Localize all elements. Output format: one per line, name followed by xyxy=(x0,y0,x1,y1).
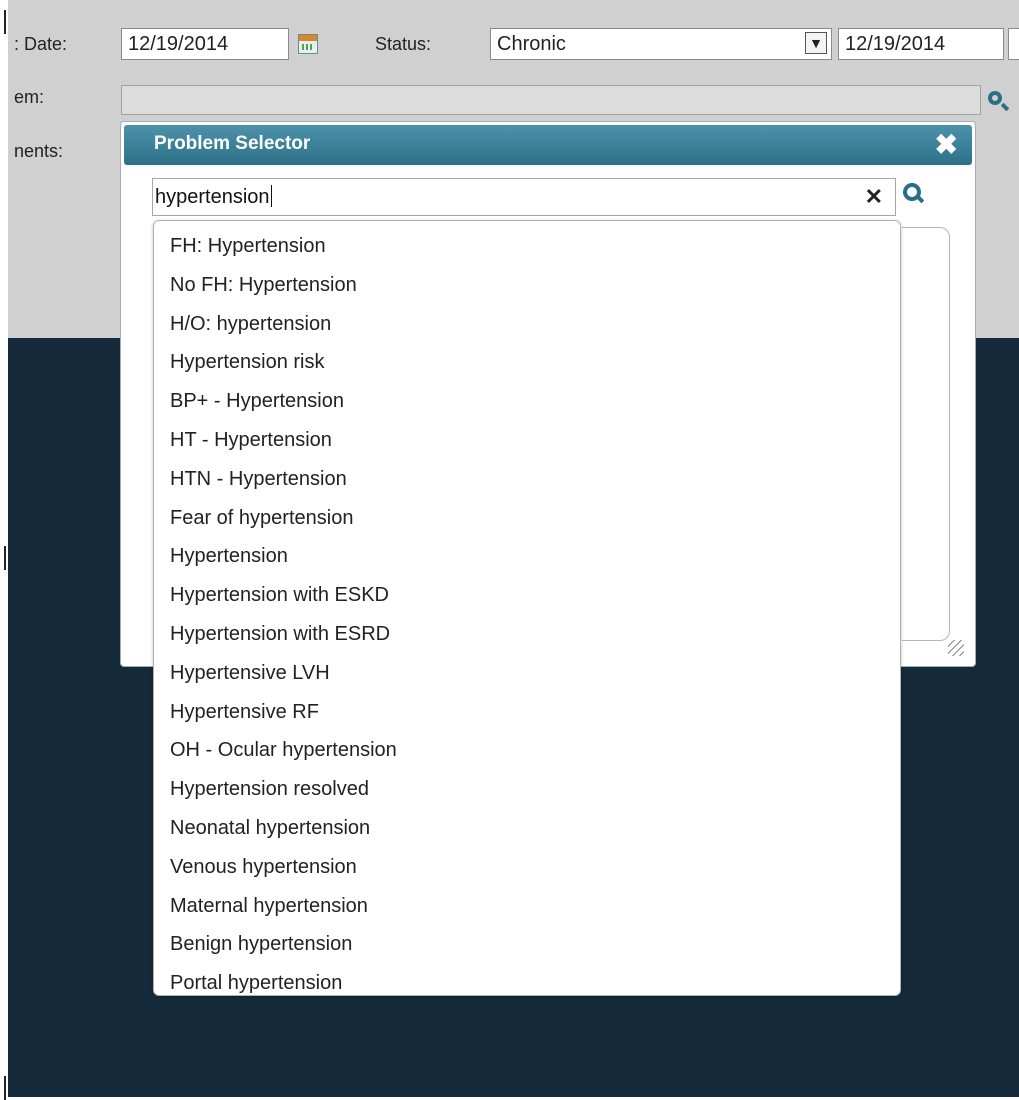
autocomplete-item[interactable]: Neonatal hypertension xyxy=(154,809,900,848)
end-date-field[interactable]: 12/19/2014 xyxy=(838,28,1004,60)
autocomplete-item[interactable]: Hypertensive LVH xyxy=(154,654,900,693)
edge-tick xyxy=(4,546,6,570)
autocomplete-item[interactable]: Maternal hypertension xyxy=(154,887,900,926)
calendar-icon[interactable] xyxy=(298,34,318,54)
status-label: Status: xyxy=(375,34,432,54)
autocomplete-item[interactable]: Fear of hypertension xyxy=(154,499,900,538)
problem-search-input[interactable]: hypertension ✕ xyxy=(152,178,896,216)
autocomplete-item[interactable]: Hypertension risk xyxy=(154,343,900,382)
problem-label: em: xyxy=(14,87,45,107)
autocomplete-item[interactable]: HTN - Hypertension xyxy=(154,460,900,499)
autocomplete-item[interactable]: Hypertension resolved xyxy=(154,770,900,809)
status-select-value: Chronic xyxy=(497,33,566,55)
autocomplete-item[interactable]: No FH: Hypertension xyxy=(154,266,900,305)
comments-label: nents: xyxy=(14,141,64,161)
dialog-titlebar[interactable]: Problem Selector ✖ xyxy=(124,125,972,165)
resize-grip-icon[interactable] xyxy=(948,640,964,656)
autocomplete-item[interactable]: Hypertension xyxy=(154,537,900,576)
autocomplete-item[interactable]: BP+ - Hypertension xyxy=(154,382,900,421)
autocomplete-item[interactable]: Benign hypertension xyxy=(154,925,900,964)
autocomplete-item[interactable]: FH: Hypertension xyxy=(154,227,900,266)
search-icon[interactable] xyxy=(988,91,1002,105)
autocomplete-item[interactable]: HT - Hypertension xyxy=(154,421,900,460)
autocomplete-list: FH: Hypertension No FH: Hypertension H/O: … xyxy=(154,221,900,1003)
autocomplete-item[interactable]: OH - Ocular hypertension xyxy=(154,731,900,770)
status-select[interactable]: Chronic ▼ xyxy=(490,28,832,60)
edge-tick xyxy=(4,10,6,34)
autocomplete-dropdown: FH: Hypertension No FH: Hypertension H/O: … xyxy=(153,220,901,996)
calendar-icon[interactable] xyxy=(1008,28,1019,60)
autocomplete-item[interactable]: Portal hypertension xyxy=(154,964,900,1003)
autocomplete-item[interactable]: Hypertension with ESKD xyxy=(154,576,900,615)
date-field[interactable]: 12/19/2014 xyxy=(121,28,289,60)
results-panel xyxy=(902,227,950,641)
problem-field[interactable] xyxy=(121,85,981,115)
search-input-text: hypertension xyxy=(155,185,272,208)
close-icon[interactable]: ✖ xyxy=(935,131,958,159)
autocomplete-item[interactable]: Venous hypertension xyxy=(154,848,900,887)
autocomplete-item[interactable]: Hypertension with ESRD xyxy=(154,615,900,654)
search-icon[interactable] xyxy=(903,183,921,201)
date-label: : Date: xyxy=(14,34,68,54)
chevron-down-icon[interactable]: ▼ xyxy=(805,32,827,54)
clear-icon[interactable]: ✕ xyxy=(865,184,883,210)
autocomplete-item[interactable]: H/O: hypertension xyxy=(154,305,900,344)
autocomplete-item[interactable]: Hypertensive RF xyxy=(154,693,900,732)
edge-tick xyxy=(4,1076,6,1100)
dialog-title: Problem Selector xyxy=(154,133,311,154)
